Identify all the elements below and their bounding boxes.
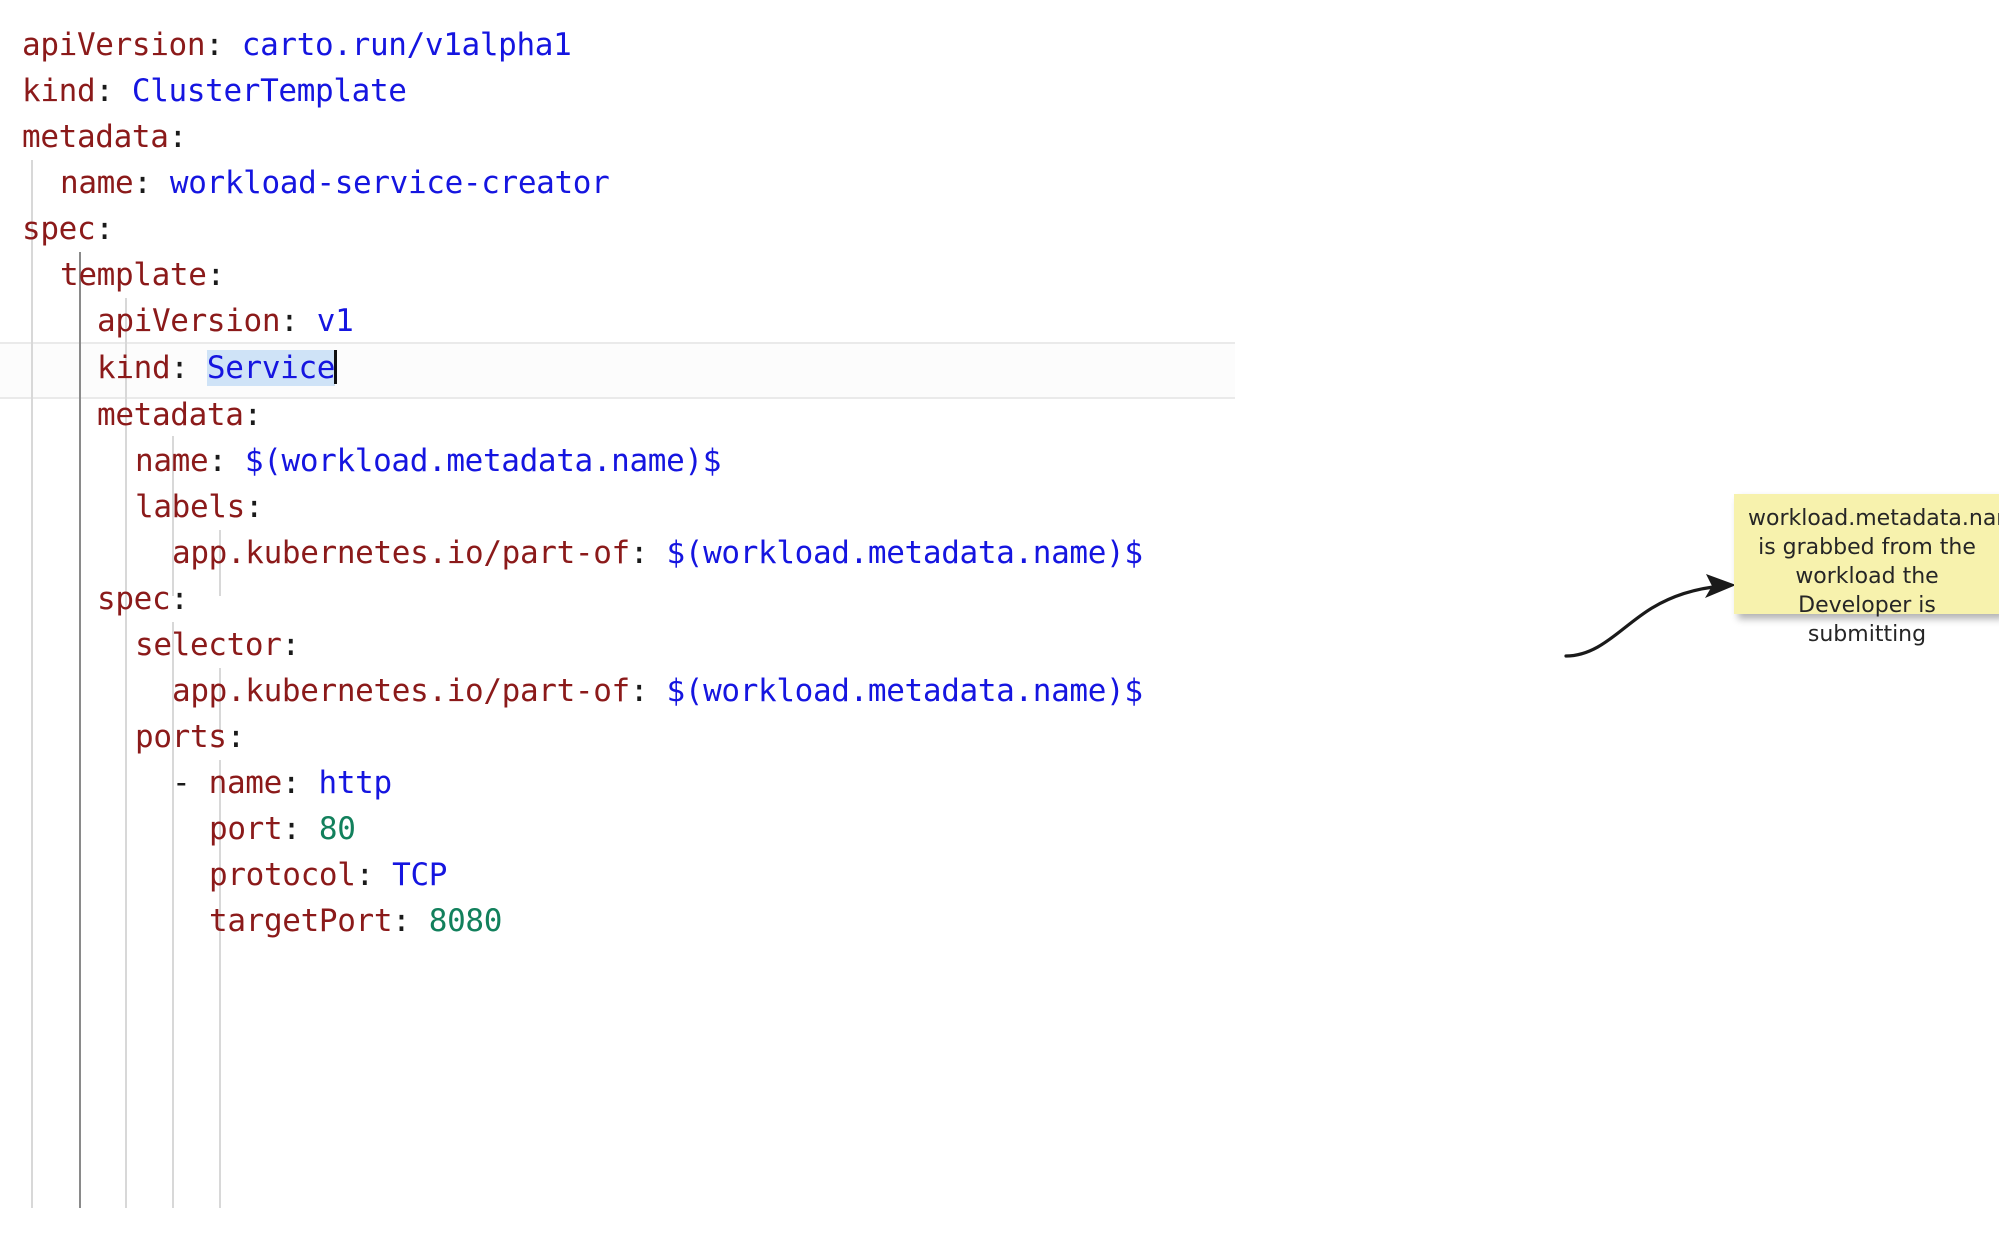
sticky-note-text: workload.metadata.name is grabbed from t… [1748,506,1999,647]
code-line-7[interactable]: apiVersion: v1 [97,298,353,344]
colon: : [170,350,207,386]
code-line-15[interactable]: app.kubernetes.io/part-of: $(workload.me… [172,668,1143,714]
colon: : [630,673,667,709]
selected-token[interactable]: Service [207,350,335,386]
text-cursor [334,350,337,384]
yaml-key: kind [22,73,95,109]
yaml-key: protocol [209,857,356,893]
colon: : [356,857,393,893]
yaml-key: metadata [97,397,244,433]
code-line-20[interactable]: targetPort: 8080 [209,898,502,944]
colon: : [282,765,319,801]
colon: : [208,443,245,479]
code-line-1[interactable]: apiVersion: carto.run/v1alpha1 [22,22,571,68]
yaml-key: app.kubernetes.io/part-of [172,535,630,571]
colon: : [169,119,187,155]
yaml-key: ports [135,719,227,755]
code-line-19[interactable]: protocol: TCP [209,852,447,898]
code-line-2[interactable]: kind: ClusterTemplate [22,68,407,114]
yaml-value: $(workload.metadata.name)$ [666,535,1142,571]
list-dash: - [172,765,209,801]
colon: : [245,489,263,525]
yaml-key: name [209,765,282,801]
colon: : [133,165,170,201]
colon: : [207,257,225,293]
yaml-key: app.kubernetes.io/part-of [172,673,630,709]
yaml-value: v1 [317,303,354,339]
yaml-value: 8080 [429,903,502,939]
colon: : [282,811,319,847]
yaml-key: labels [135,489,245,525]
code-line-12[interactable]: app.kubernetes.io/part-of: $(workload.me… [172,530,1143,576]
yaml-value: 80 [319,811,356,847]
yaml-key: template [60,257,207,293]
code-line-17[interactable]: - name: http [172,760,392,806]
yaml-value: carto.run/v1alpha1 [242,27,572,63]
code-line-5[interactable]: spec: [22,206,114,252]
colon: : [227,719,245,755]
yaml-key: apiVersion [97,303,280,339]
yaml-code-editor[interactable]: apiVersion: carto.run/v1alpha1 kind: Clu… [0,0,1400,1237]
colon: : [282,627,300,663]
code-line-10[interactable]: name: $(workload.metadata.name)$ [135,438,721,484]
yaml-value: http [319,765,392,801]
colon: : [170,581,188,617]
code-line-13[interactable]: spec: [97,576,189,622]
colon: : [205,27,242,63]
yaml-key: spec [22,211,95,247]
yaml-value: TCP [392,857,447,893]
indent-guide-level-1 [31,160,33,1208]
code-line-4[interactable]: name: workload-service-creator [60,160,609,206]
yaml-key: name [60,165,133,201]
colon: : [95,73,132,109]
code-line-8-selected[interactable]: kind: Service [97,345,337,391]
sticky-note-annotation[interactable]: workload.metadata.name is grabbed from t… [1734,494,1999,614]
colon: : [392,903,429,939]
code-line-3[interactable]: metadata: [22,114,187,160]
indent-guide-level-2-active [79,252,81,1208]
yaml-key: kind [97,350,170,386]
code-line-9[interactable]: metadata: [97,392,262,438]
screenshot-root: apiVersion: carto.run/v1alpha1 kind: Clu… [0,0,1999,1237]
yaml-key: targetPort [209,903,392,939]
colon: : [244,397,262,433]
yaml-value: workload-service-creator [170,165,610,201]
yaml-key: port [209,811,282,847]
yaml-value: $(workload.metadata.name)$ [245,443,721,479]
code-line-14[interactable]: selector: [135,622,300,668]
code-line-16[interactable]: ports: [135,714,245,760]
yaml-value: ClusterTemplate [132,73,407,109]
colon: : [95,211,113,247]
code-line-11[interactable]: labels: [135,484,263,530]
colon: : [280,303,317,339]
code-line-6[interactable]: template: [60,252,225,298]
yaml-key: selector [135,627,282,663]
yaml-key: metadata [22,119,169,155]
colon: : [630,535,667,571]
yaml-key: spec [97,581,170,617]
yaml-key: name [135,443,208,479]
code-line-18[interactable]: port: 80 [209,806,356,852]
yaml-value: $(workload.metadata.name)$ [666,673,1142,709]
yaml-key: apiVersion [22,27,205,63]
